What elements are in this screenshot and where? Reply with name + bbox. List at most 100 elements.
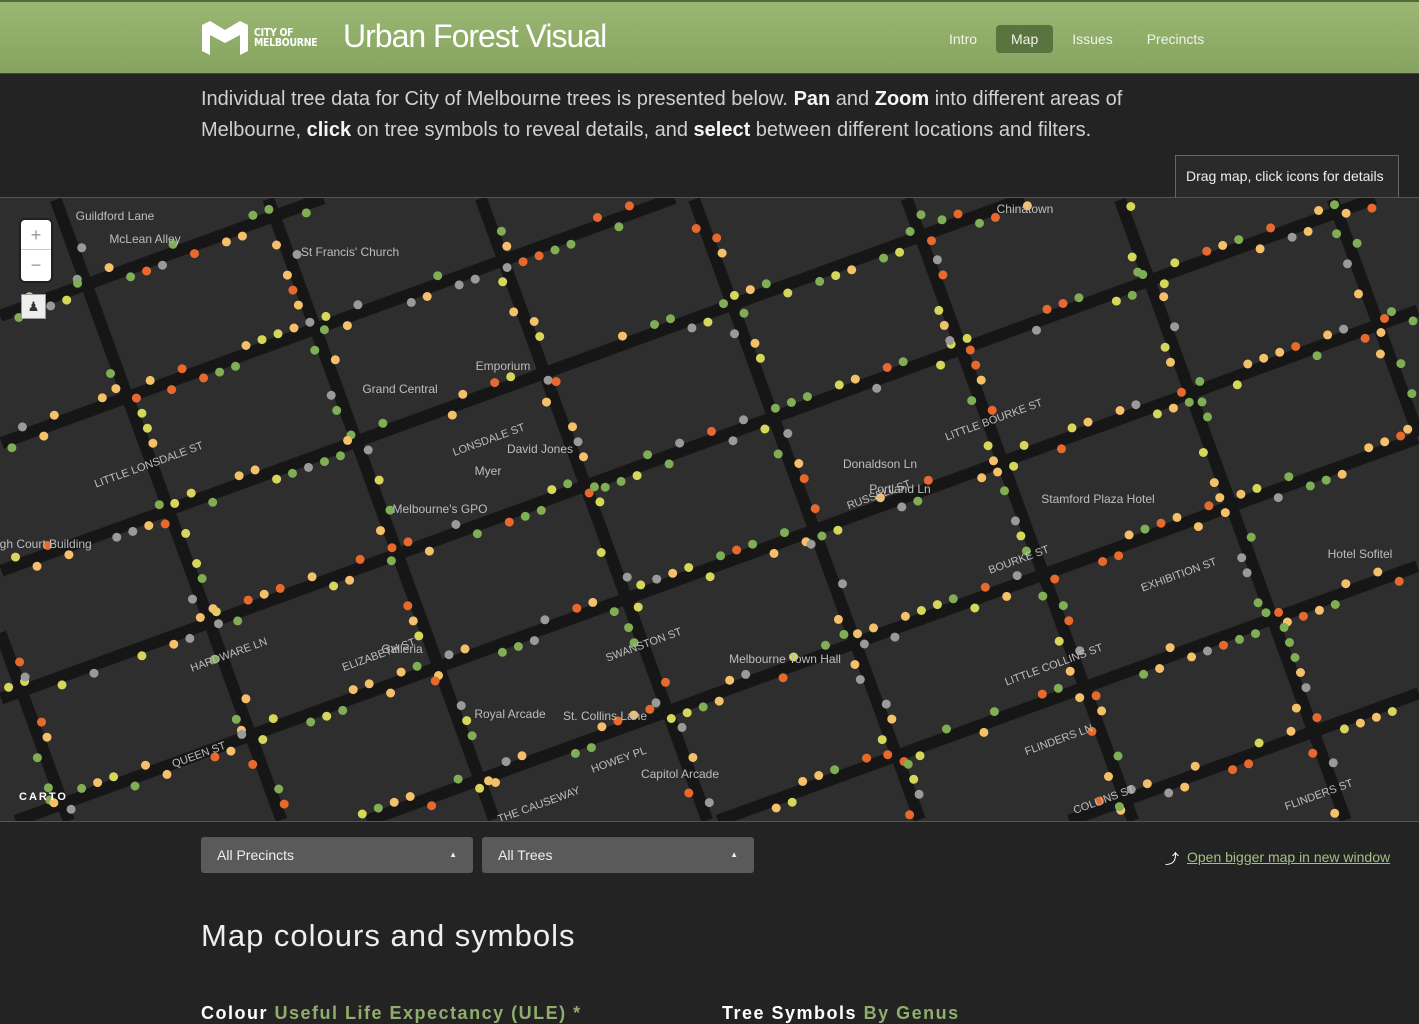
tree-marker[interactable]	[214, 619, 223, 628]
tree-marker[interactable]	[838, 579, 847, 588]
tree-marker[interactable]	[601, 483, 610, 492]
tree-marker[interactable]	[73, 279, 82, 288]
tree-marker[interactable]	[409, 616, 418, 625]
tree-marker[interactable]	[406, 792, 415, 801]
tree-marker[interactable]	[856, 675, 865, 684]
tree-marker[interactable]	[244, 596, 253, 605]
tree-marker[interactable]	[404, 537, 413, 546]
tree-marker[interactable]	[1254, 598, 1263, 607]
tree-marker[interactable]	[572, 604, 581, 613]
tree-marker[interactable]	[1157, 519, 1166, 528]
tree-marker[interactable]	[1128, 291, 1137, 300]
tree-marker[interactable]	[484, 776, 493, 785]
tree-marker[interactable]	[933, 600, 942, 609]
tree-marker[interactable]	[1170, 258, 1179, 267]
tree-marker[interactable]	[1016, 531, 1025, 540]
tree-marker[interactable]	[614, 222, 623, 231]
tree-marker[interactable]	[831, 271, 840, 280]
tree-marker[interactable]	[1243, 360, 1252, 369]
tree-marker[interactable]	[1364, 443, 1373, 452]
tree-marker[interactable]	[161, 519, 170, 528]
tree-marker[interactable]	[909, 775, 918, 784]
tree-marker[interactable]	[883, 363, 892, 372]
tree-marker[interactable]	[1038, 592, 1047, 601]
tree-marker[interactable]	[741, 670, 750, 679]
tree-marker[interactable]	[967, 396, 976, 405]
tree-marker[interactable]	[407, 298, 416, 307]
tree-marker[interactable]	[431, 677, 440, 686]
tree-marker[interactable]	[248, 211, 257, 220]
tree-map[interactable]: ChinatownLITTLE BOURKE STBOURKE STLONSDA…	[0, 197, 1419, 822]
tree-marker[interactable]	[1396, 432, 1405, 441]
tree-marker[interactable]	[1000, 486, 1009, 495]
tree-marker[interactable]	[264, 205, 273, 214]
tree-marker[interactable]	[1153, 409, 1162, 418]
tree-marker[interactable]	[1338, 470, 1347, 479]
trees-select[interactable]: All Trees▲	[482, 837, 754, 873]
tree-marker[interactable]	[1323, 330, 1332, 339]
tree-marker[interactable]	[756, 354, 765, 363]
tree-marker[interactable]	[148, 439, 157, 448]
tree-marker[interactable]	[661, 678, 670, 687]
tree-marker[interactable]	[1330, 809, 1339, 818]
tree-marker[interactable]	[1180, 783, 1189, 792]
tree-marker[interactable]	[1114, 551, 1123, 560]
tree-marker[interactable]	[33, 753, 42, 762]
tree-marker[interactable]	[1185, 398, 1194, 407]
tree-marker[interactable]	[687, 323, 696, 332]
tree-marker[interactable]	[839, 630, 848, 639]
tree-marker[interactable]	[1050, 575, 1059, 584]
tree-marker[interactable]	[1203, 412, 1212, 421]
tree-marker[interactable]	[712, 234, 721, 243]
tree-marker[interactable]	[1139, 670, 1148, 679]
tree-marker[interactable]	[142, 267, 151, 276]
tree-marker[interactable]	[666, 314, 675, 323]
tree-marker[interactable]	[378, 419, 387, 428]
tree-marker[interactable]	[1313, 351, 1322, 360]
tree-marker[interactable]	[1013, 571, 1022, 580]
tree-marker[interactable]	[1396, 359, 1405, 368]
tree-marker[interactable]	[448, 411, 457, 420]
tree-marker[interactable]	[1387, 307, 1396, 316]
tree-marker[interactable]	[331, 355, 340, 364]
tree-marker[interactable]	[158, 261, 167, 270]
tree-marker[interactable]	[1115, 802, 1124, 811]
tree-marker[interactable]	[1166, 643, 1175, 652]
tree-marker[interactable]	[975, 219, 984, 228]
tree-marker[interactable]	[320, 325, 329, 334]
nav-precincts[interactable]: Precincts	[1132, 25, 1220, 53]
tree-marker[interactable]	[1306, 481, 1315, 490]
tree-marker[interactable]	[1296, 668, 1305, 677]
tree-marker[interactable]	[131, 782, 140, 791]
tree-marker[interactable]	[345, 576, 354, 585]
tree-marker[interactable]	[815, 277, 824, 286]
tree-marker[interactable]	[390, 798, 399, 807]
tree-marker[interactable]	[231, 362, 240, 371]
tree-marker[interactable]	[872, 384, 881, 393]
precinct-select[interactable]: All Precincts▲	[201, 837, 473, 873]
tree-marker[interactable]	[457, 701, 466, 710]
tree-marker[interactable]	[1020, 441, 1029, 450]
tree-marker[interactable]	[1194, 522, 1203, 531]
tree-marker[interactable]	[471, 275, 480, 284]
tree-marker[interactable]	[1203, 647, 1212, 656]
tree-marker[interactable]	[597, 722, 606, 731]
tree-marker[interactable]	[652, 575, 661, 584]
tree-marker[interactable]	[1233, 380, 1242, 389]
tree-marker[interactable]	[386, 689, 395, 698]
tree-marker[interactable]	[990, 707, 999, 716]
tree-marker[interactable]	[730, 329, 739, 338]
tree-marker[interactable]	[1097, 706, 1106, 715]
tree-marker[interactable]	[251, 465, 260, 474]
tree-marker[interactable]	[455, 280, 464, 289]
tree-marker[interactable]	[692, 224, 701, 233]
tree-marker[interactable]	[568, 422, 577, 431]
tree-marker[interactable]	[77, 784, 86, 793]
tree-marker[interactable]	[1275, 348, 1284, 357]
bigger-map-link-text[interactable]: Open bigger map in new window	[1187, 849, 1390, 869]
tree-marker[interactable]	[803, 392, 812, 401]
tree-marker[interactable]	[989, 456, 998, 465]
tree-marker[interactable]	[940, 321, 949, 330]
tree-marker[interactable]	[563, 479, 572, 488]
tree-marker[interactable]	[387, 556, 396, 565]
